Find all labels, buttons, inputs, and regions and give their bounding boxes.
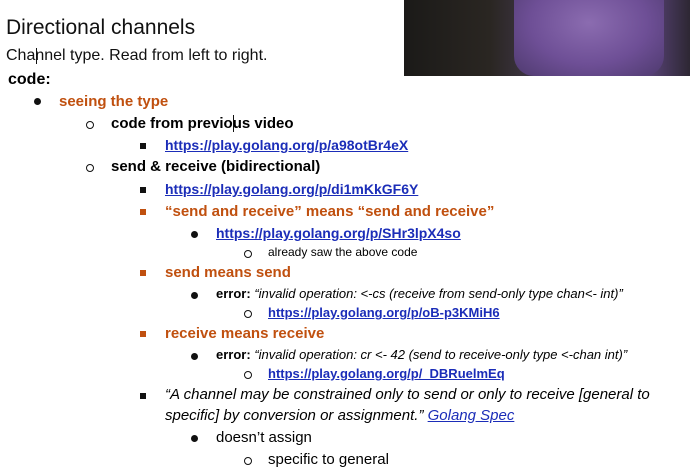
bullet-circle: [244, 457, 252, 465]
page-title: Directional channels: [6, 16, 196, 39]
presenter-shirt: [514, 0, 664, 76]
note-already-saw: already saw the above code: [268, 245, 418, 259]
error-message: “invalid operation: cr <- 42 (send to re…: [254, 347, 628, 362]
link-a98otBr4eX[interactable]: https://play.golang.org/p/a98otBr4eX: [165, 137, 408, 153]
bullet-circle: [86, 164, 94, 172]
code-label: code:: [8, 71, 51, 88]
bullet-disc: [191, 435, 198, 442]
subtitle: Channel type. Read from left to right.: [6, 47, 268, 64]
bullet-square: [140, 393, 146, 399]
bullet-square-orange: [140, 331, 146, 337]
error-label: error:: [216, 286, 251, 301]
bullet-square: [140, 187, 146, 193]
item-specific-to-general: specific to general: [268, 451, 389, 468]
item-send-means-send: send means send: [165, 264, 291, 281]
link-SHr3lpX4so[interactable]: https://play.golang.org/p/SHr3lpX4so: [216, 225, 461, 241]
item-code-from-previous-video: code from previous video: [111, 115, 294, 132]
link-DBRuelmEq[interactable]: https://play.golang.org/p/_DBRuelmEq: [268, 366, 505, 381]
text-cursor: [36, 48, 37, 64]
quote-line-1: “A channel may be constrained only to se…: [165, 386, 650, 403]
text-cursor-2: [233, 115, 234, 132]
bullet-circle: [244, 250, 252, 258]
presenter-video: [404, 0, 690, 76]
item-send-receive: send & receive (bidirectional): [111, 158, 321, 175]
error-line-1: error: “invalid operation: <-cs (receive…: [216, 286, 623, 301]
quote-text: specific] by conversion or assignment.”: [165, 407, 424, 424]
bullet-circle: [244, 371, 252, 379]
bullet-disc: [34, 98, 41, 105]
link-golang-spec[interactable]: Golang Spec: [428, 407, 515, 424]
quote-line-2: specific] by conversion or assignment.” …: [165, 407, 514, 424]
section-seeing-the-type: seeing the type: [59, 93, 169, 110]
link-di1mKkGF6Y[interactable]: https://play.golang.org/p/di1mKkGF6Y: [165, 181, 418, 197]
bullet-square-orange: [140, 270, 146, 276]
bullet-circle: [244, 310, 252, 318]
item-receive-means-receive: receive means receive: [165, 325, 325, 342]
bullet-disc: [191, 231, 198, 238]
item-send-and-receive-means: “send and receive” means “send and recei…: [165, 203, 495, 220]
bullet-circle: [86, 121, 94, 129]
error-label: error:: [216, 347, 251, 362]
error-line-2: error: “invalid operation: cr <- 42 (sen…: [216, 347, 627, 362]
link-oB-p3KMiH6[interactable]: https://play.golang.org/p/oB-p3KMiH6: [268, 305, 500, 320]
bullet-square-orange: [140, 209, 146, 215]
item-doesnt-assign: doesn’t assign: [216, 429, 312, 446]
error-message: “invalid operation: <-cs (receive from s…: [254, 286, 623, 301]
bullet-square: [140, 143, 146, 149]
bullet-disc: [191, 292, 198, 299]
bullet-disc: [191, 353, 198, 360]
